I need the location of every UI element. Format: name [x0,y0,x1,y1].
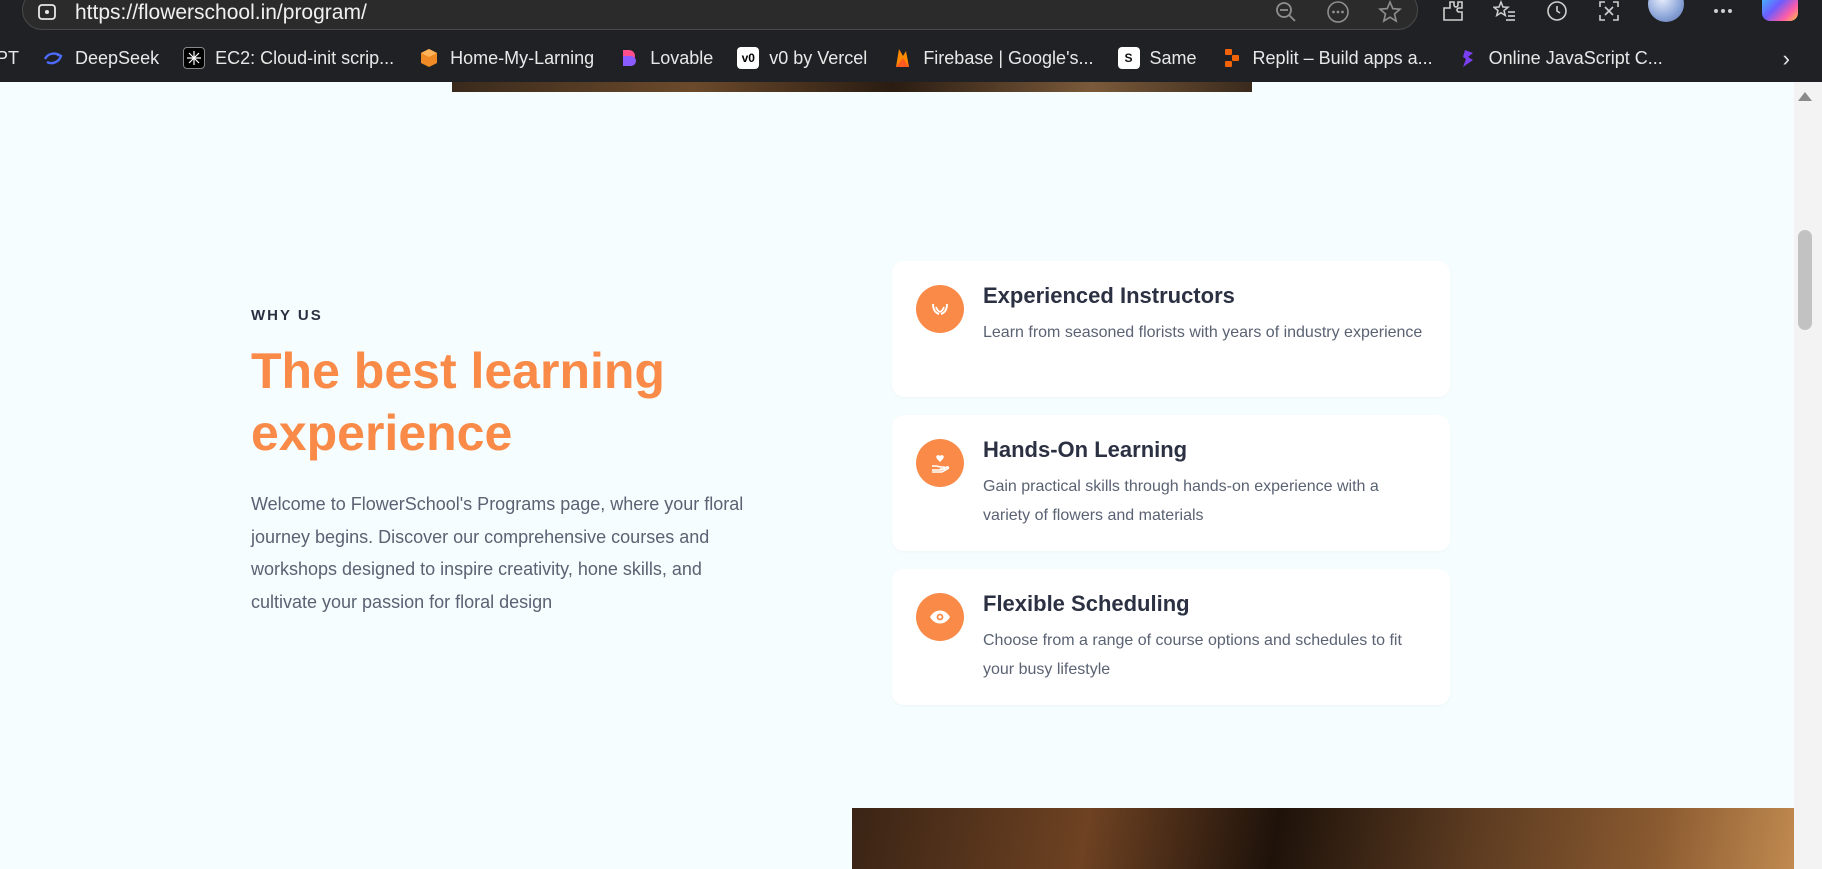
bookmark-label: v0 by Vercel [769,47,868,68]
feature-title: Flexible Scheduling [983,591,1190,616]
feature-title: Experienced Instructors [983,283,1235,308]
bookmark-v0[interactable]: v0 v0 by Vercel [737,47,867,69]
bookmark-home-my-larning[interactable]: Home-My-Larning [418,47,594,69]
extensions-icon[interactable] [1440,0,1466,24]
browser-toolbar: https://flowerschool.in/program/ [0,0,1822,34]
v0-icon: v0 [737,47,760,69]
bookmark-label: EC2: Cloud-init scrip... [215,47,395,68]
chevron-right-icon[interactable]: › [1783,46,1790,72]
feature-description: Gain practical skills through hands-on e… [983,478,1379,524]
section-intro: Welcome to FlowerSchool's Programs page,… [251,494,744,612]
feature-card-scheduling: Flexible Scheduling Choose from a range … [892,569,1450,705]
bookmark-label: Lovable [650,47,714,68]
scroll-up-arrow[interactable] [1798,92,1812,101]
feature-card-instructors: Experienced Instructors Learn from seaso… [892,261,1450,397]
deepseek-icon [43,47,65,69]
section-eyebrow: WHY US [251,307,323,324]
hands-icon [916,285,964,333]
bookmark-label: DeepSeek [75,47,160,68]
scroll-thumb[interactable] [1798,230,1812,330]
eye-icon [916,593,964,641]
more-tools-icon[interactable] [1325,0,1351,25]
settings-more-icon[interactable] [1710,0,1736,24]
hand-heart-icon [916,439,964,487]
page-scrollbar[interactable] [1794,82,1822,869]
hero-image-top [452,82,1252,92]
bookmark-label: Same [1149,47,1197,68]
bookmark-chatgpt[interactable]: PT [0,48,19,69]
bookmarks-bar: PT DeepSeek EC2: Cloud-init scrip... Hom… [0,34,1822,82]
gallery-image-bottom [852,808,1794,869]
bookmark-same[interactable]: S Same [1117,47,1197,69]
address-bar[interactable]: https://flowerschool.in/program/ [22,0,1418,30]
profile-avatar[interactable] [1648,0,1684,22]
js-compiler-icon [1457,47,1479,69]
bookmark-label: Replit – Build apps a... [1252,47,1433,68]
feature-card-hands-on: Hands-On Learning Gain practical skills … [892,415,1450,551]
bookmark-label: Home-My-Larning [450,47,595,68]
feature-title: Hands-On Learning [983,437,1188,462]
bookmark-ec2[interactable]: EC2: Cloud-init scrip... [183,47,394,69]
bookmark-online-js[interactable]: Online JavaScript C... [1457,47,1663,69]
section-headline: The best learning experience [251,343,665,461]
replit-icon [1221,47,1243,69]
history-icon[interactable] [1544,0,1570,24]
ec2-icon [183,47,206,69]
bookmark-label: Online JavaScript C... [1488,47,1663,68]
favorite-star-icon[interactable] [1377,0,1403,25]
favorites-icon[interactable] [1492,0,1518,24]
feature-description: Learn from seasoned florists with years … [983,324,1423,341]
feature-description: Choose from a range of course options an… [983,632,1402,678]
bookmark-deepseek[interactable]: DeepSeek [43,47,159,69]
bookmark-label: Firebase | Google's... [923,47,1094,68]
bookmark-label: PT [0,47,20,68]
firebase-icon [891,47,913,69]
site-info-icon[interactable] [37,3,57,21]
bookmark-firebase[interactable]: Firebase | Google's... [891,47,1094,69]
zoom-out-icon[interactable] [1273,0,1299,25]
screenshot-icon[interactable] [1596,0,1622,24]
copilot-icon[interactable] [1762,0,1798,21]
url-text[interactable]: https://flowerschool.in/program/ [75,1,367,25]
box-icon [418,47,440,69]
same-icon: S [1117,47,1140,69]
bookmark-replit[interactable]: Replit – Build apps a... [1221,47,1433,69]
bookmark-lovable[interactable]: Lovable [618,47,713,69]
lovable-icon [618,47,640,69]
